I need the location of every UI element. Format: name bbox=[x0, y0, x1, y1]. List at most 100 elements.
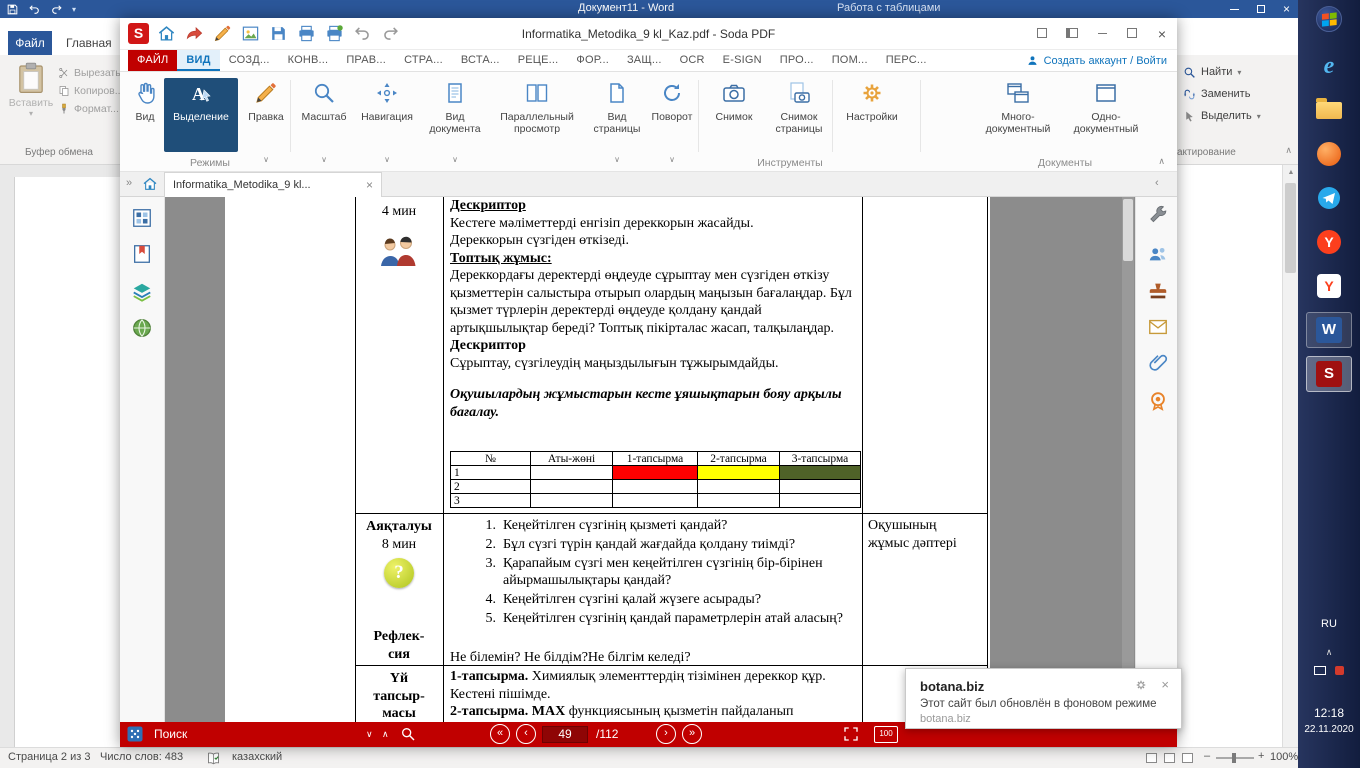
previous-page-button[interactable]: ‹ bbox=[516, 724, 536, 744]
soda-menu-tab-11[interactable]: OCR bbox=[671, 50, 714, 71]
soda-menu-tab-5[interactable]: ПРАВ... bbox=[337, 50, 395, 71]
copy-button[interactable]: Копиров... bbox=[58, 83, 124, 99]
language-status[interactable]: казахский bbox=[232, 751, 282, 763]
language-indicator[interactable]: RU bbox=[1298, 618, 1360, 630]
ribbon-button-pencil[interactable]: Правка∨ bbox=[242, 78, 290, 152]
image-icon[interactable] bbox=[240, 23, 261, 44]
right-panel-toggle-icon[interactable]: ‹ bbox=[1155, 177, 1159, 189]
zoom-percent[interactable]: 100% bbox=[1270, 751, 1298, 763]
close-icon[interactable]: × bbox=[1283, 3, 1290, 15]
edit-pencil-icon[interactable] bbox=[212, 23, 233, 44]
soda-menu-tab-9[interactable]: ФОР... bbox=[567, 50, 618, 71]
attachments-icon[interactable] bbox=[1147, 352, 1169, 374]
scrollbar-thumb[interactable] bbox=[1285, 183, 1296, 273]
format-painter-button[interactable]: Формат... bbox=[58, 101, 119, 117]
word-scrollbar[interactable]: ▲ bbox=[1282, 165, 1298, 747]
gear-icon[interactable] bbox=[1135, 679, 1147, 691]
maximize-icon[interactable] bbox=[1117, 25, 1147, 43]
soda-menu-tab-2[interactable]: ВИД bbox=[177, 50, 219, 71]
zoom-100-button[interactable]: 100 bbox=[874, 726, 898, 743]
close-notification-icon[interactable]: × bbox=[1161, 677, 1169, 692]
paste-button[interactable]: Вставить ▾ bbox=[6, 62, 56, 148]
soda-menu-tab-13[interactable]: ПРО... bbox=[771, 50, 823, 71]
ribbon-button-single-doc[interactable]: Одно-документный bbox=[1064, 78, 1148, 152]
undo-icon[interactable] bbox=[28, 3, 41, 16]
taskbar-media-button[interactable] bbox=[1306, 136, 1352, 172]
print-all-icon[interactable] bbox=[324, 23, 345, 44]
ribbon-button-doc-view[interactable]: Вид документа∨ bbox=[424, 78, 486, 152]
ribbon-button-rotate[interactable]: Поворот∨ bbox=[648, 78, 696, 152]
word-tab-file[interactable]: Файл bbox=[8, 31, 52, 55]
page-count-status[interactable]: Страница 2 из 3 bbox=[8, 751, 90, 763]
taskbar-word-button[interactable]: W bbox=[1306, 312, 1352, 348]
soda-menu-tab-1[interactable]: ФАЙЛ bbox=[128, 50, 177, 71]
taskbar-yandex2-button[interactable]: Y bbox=[1306, 268, 1352, 304]
scroll-up-icon[interactable]: ▲ bbox=[1283, 169, 1299, 176]
network-icon[interactable] bbox=[1314, 666, 1326, 675]
left-panel-toggle-icon[interactable]: » bbox=[126, 177, 132, 189]
soda-menu-tab-8[interactable]: РЕЦЕ... bbox=[509, 50, 568, 71]
date[interactable]: 22.11.2020 bbox=[1298, 724, 1360, 735]
proofing-icon[interactable] bbox=[206, 751, 221, 766]
zoom-out-icon[interactable]: – bbox=[1204, 750, 1210, 762]
dropdown-chevron-icon[interactable]: ∨ bbox=[588, 155, 646, 164]
zoom-in-icon[interactable]: + bbox=[1258, 750, 1264, 762]
taskbar-soda-button[interactable]: S bbox=[1306, 356, 1352, 392]
next-page-button[interactable]: › bbox=[656, 724, 676, 744]
ribbon-button-parallel[interactable]: Параллельный просмотр bbox=[490, 78, 584, 152]
find-button[interactable]: Найти ▾ bbox=[1183, 64, 1241, 80]
taskbar-telegram-button[interactable] bbox=[1306, 180, 1352, 216]
soda-menu-tab-15[interactable]: ПЕРС... bbox=[877, 50, 936, 71]
close-tab-icon[interactable]: × bbox=[366, 178, 373, 192]
dropdown-chevron-icon[interactable]: ∨ bbox=[296, 155, 352, 164]
ribbon-button-page-view[interactable]: Вид страницы∨ bbox=[588, 78, 646, 152]
soda-menu-tab-4[interactable]: КОНВ... bbox=[279, 50, 338, 71]
save-icon[interactable] bbox=[6, 3, 19, 16]
mail-panel-icon[interactable] bbox=[1147, 316, 1169, 338]
taskbar-ie-button[interactable]: e bbox=[1306, 48, 1352, 84]
scrollbar-thumb[interactable] bbox=[1123, 199, 1133, 261]
soda-menu-tab-14[interactable]: ПОМ... bbox=[823, 50, 877, 71]
fullscreen-icon[interactable] bbox=[842, 725, 860, 743]
tray-icons[interactable] bbox=[1298, 662, 1360, 680]
read-mode-icon[interactable] bbox=[1146, 753, 1157, 763]
collaboration-panel-icon[interactable] bbox=[1147, 243, 1169, 265]
search-next-icon[interactable]: ∧ bbox=[382, 729, 389, 740]
close-icon[interactable]: × bbox=[1147, 27, 1177, 41]
ribbon-button-gear[interactable]: Настройки bbox=[836, 78, 908, 152]
ribbon-button-select-text[interactable]: AВыделение bbox=[164, 78, 238, 152]
dropdown-chevron-icon[interactable]: ∨ bbox=[354, 155, 420, 164]
save-icon[interactable] bbox=[268, 23, 289, 44]
thumbnails-panel-icon[interactable] bbox=[131, 207, 153, 229]
home-icon[interactable] bbox=[156, 23, 177, 44]
soda-menu-tab-7[interactable]: ВСТА... bbox=[452, 50, 509, 71]
dock-window-icon[interactable] bbox=[1027, 25, 1057, 43]
clock[interactable]: 12:18 bbox=[1298, 706, 1360, 720]
home-tab-icon[interactable] bbox=[142, 176, 158, 192]
dropdown-chevron-icon[interactable]: ∨ bbox=[242, 155, 290, 164]
soda-menu-tab-10[interactable]: ЗАЩ... bbox=[618, 50, 671, 71]
select-button[interactable]: Выделить ▾ bbox=[1183, 108, 1261, 124]
word-tab-home[interactable]: Главная bbox=[58, 31, 120, 55]
badge-panel-icon[interactable] bbox=[1147, 390, 1169, 412]
soda-menu-tab-3[interactable]: СОЗД... bbox=[220, 50, 279, 71]
share-arrow-icon[interactable] bbox=[184, 23, 205, 44]
layers-panel-icon[interactable] bbox=[131, 281, 153, 303]
ribbon-button-camera[interactable]: Снимок bbox=[704, 78, 764, 152]
first-page-button[interactable]: « bbox=[490, 724, 510, 744]
dropdown-chevron-icon[interactable]: ∨ bbox=[424, 155, 486, 164]
collapse-ribbon-icon[interactable]: ∧ bbox=[1285, 145, 1292, 156]
create-account-link[interactable]: Создать аккаунт / Войти bbox=[1026, 54, 1167, 67]
soda-menu-tab-6[interactable]: СТРА... bbox=[395, 50, 452, 71]
flag-icon[interactable] bbox=[1335, 666, 1344, 675]
minimize-icon[interactable] bbox=[1087, 25, 1117, 43]
search-input[interactable]: Поиск bbox=[154, 722, 187, 747]
cut-button[interactable]: Вырезать bbox=[58, 65, 121, 81]
web-layout-icon[interactable] bbox=[1182, 753, 1193, 763]
print-layout-icon[interactable] bbox=[1164, 753, 1175, 763]
dropdown-chevron-icon[interactable]: ∨ bbox=[648, 155, 696, 164]
ribbon-button-multi-doc[interactable]: Много-документный bbox=[976, 78, 1060, 152]
bookmarks-panel-icon[interactable] bbox=[131, 243, 153, 265]
start-button[interactable] bbox=[1298, 2, 1360, 36]
ribbon-button-navigate[interactable]: Навигация∨ bbox=[354, 78, 420, 152]
